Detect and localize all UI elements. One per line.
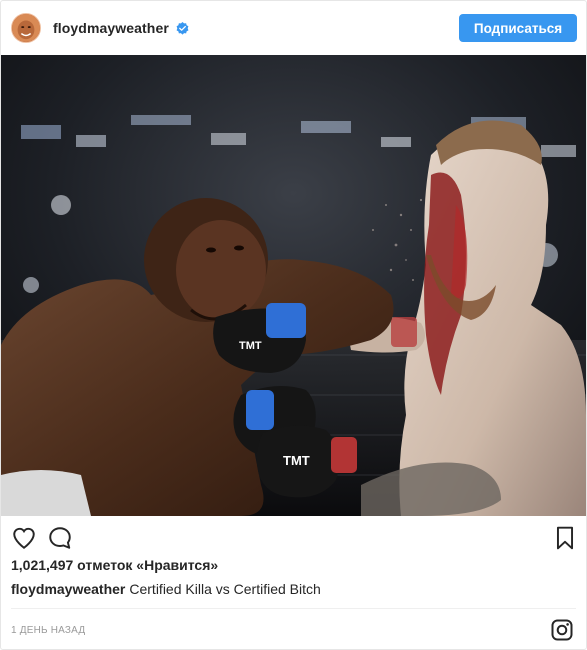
action-bar	[1, 516, 586, 556]
caption-text: Certified Killa vs Certified Bitch	[129, 581, 321, 597]
verified-badge-icon	[176, 22, 189, 35]
divider	[11, 608, 576, 609]
post-header: floydmayweather Подписаться	[1, 1, 586, 55]
caption-username[interactable]: floydmayweather	[11, 581, 125, 597]
heart-icon[interactable]	[11, 525, 37, 551]
post-timestamp[interactable]: 1 ДЕНЬ НАЗАД	[11, 625, 85, 636]
instagram-post: floydmayweather Подписаться TMT TMT 1,02…	[0, 0, 587, 650]
follow-button[interactable]: Подписаться	[459, 14, 577, 42]
comment-icon[interactable]	[47, 525, 73, 551]
glove-logo-2: TMT	[283, 453, 310, 468]
instagram-logo-icon[interactable]	[550, 618, 574, 642]
post-caption: floydmayweather Certified Killa vs Certif…	[11, 581, 321, 597]
post-photo[interactable]: TMT TMT	[1, 55, 586, 516]
post-username[interactable]: floydmayweather	[53, 20, 169, 36]
bookmark-icon[interactable]	[552, 525, 578, 551]
avatar[interactable]	[11, 13, 41, 43]
glove-logo-1: TMT	[239, 340, 262, 352]
likes-count[interactable]: 1,021,497 отметок «Нравится»	[11, 557, 218, 573]
